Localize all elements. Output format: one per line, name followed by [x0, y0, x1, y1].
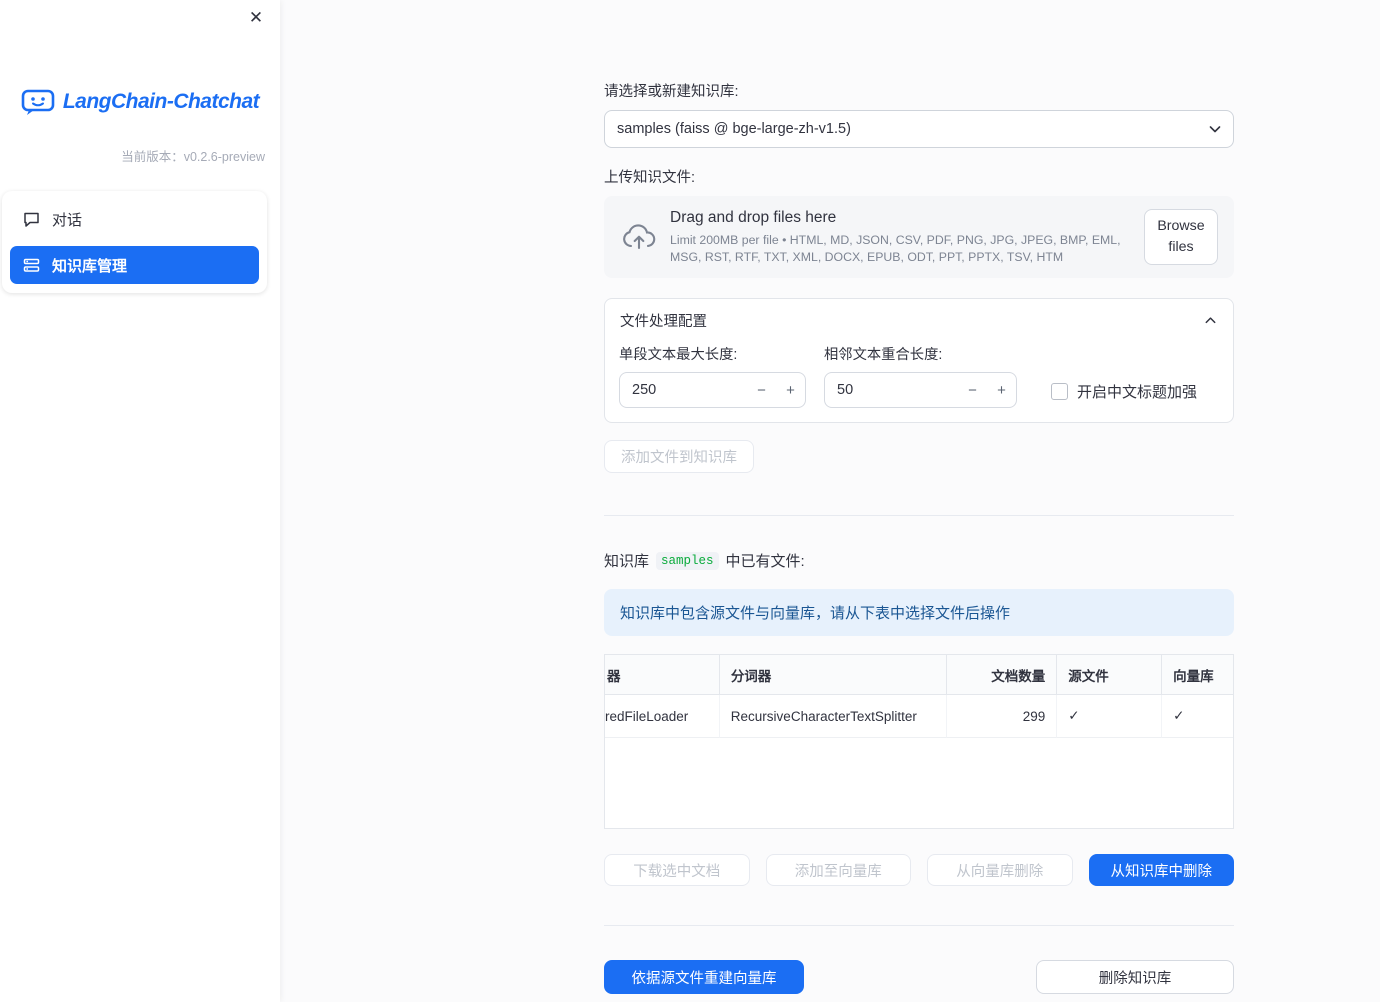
divider: [604, 925, 1234, 926]
sidebar-item-label: 对话: [52, 211, 83, 229]
cloud-upload-icon: [622, 224, 656, 250]
kb-files-heading: 知识库 samples 中已有文件:: [604, 550, 1234, 571]
max-length-decrement-button[interactable]: −: [747, 373, 776, 407]
cell-doc-count[interactable]: 299: [947, 695, 1058, 738]
table-row[interactable]: redFileLoader RecursiveCharacterTextSpli…: [605, 695, 1233, 738]
delete-kb-button[interactable]: 删除知识库: [1036, 960, 1234, 994]
overlap-increment-button[interactable]: +: [987, 373, 1016, 407]
main-area: 请选择或新建知识库: samples (faiss @ bge-large-zh…: [280, 0, 1380, 1002]
rebuild-vector-store-button[interactable]: 依据源文件重建向量库: [604, 960, 804, 994]
app-logo-text: LangChain-Chatchat: [62, 90, 260, 113]
chat-bubble-icon: [23, 211, 40, 228]
cell-source-file[interactable]: ✓: [1057, 695, 1163, 738]
zh-title-enhance-checkbox[interactable]: [1051, 382, 1068, 400]
chevron-up-icon: [1203, 313, 1218, 328]
overlap-length-value[interactable]: 50: [825, 382, 958, 398]
kb-files-suffix: 中已有文件:: [725, 553, 805, 570]
file-config-title: 文件处理配置: [620, 314, 707, 330]
kb-management-buttons: 依据源文件重建向量库 删除知识库: [604, 960, 1234, 994]
delete-from-kb-button[interactable]: 从知识库中删除: [1088, 854, 1234, 886]
table-header-doc-count[interactable]: 文档数量: [947, 655, 1058, 694]
download-selected-button[interactable]: 下载选中文档: [604, 854, 750, 886]
max-length-increment-button[interactable]: +: [776, 373, 805, 407]
dropzone-title: Drag and drop files here: [670, 208, 837, 226]
table-header-source-file[interactable]: 源文件: [1057, 655, 1163, 694]
chevron-down-icon: [1207, 121, 1223, 137]
sidebar-menu: 对话 知识库管理: [2, 191, 267, 293]
cell-vector-store[interactable]: ✓: [1162, 695, 1233, 738]
kb-selectbox[interactable]: samples (faiss @ bge-large-zh-v1.5): [604, 110, 1234, 148]
close-icon[interactable]: ✕: [244, 6, 268, 30]
dropzone-limits: Limit 200MB per file • HTML, MD, JSON, C…: [670, 232, 1121, 264]
overlap-length-label: 相邻文本重合长度:: [824, 347, 943, 363]
table-header-row: 器 分词器 文档数量 源文件 向量库: [605, 655, 1233, 695]
sidebar-item-label: 知识库管理: [52, 257, 128, 275]
file-config-expander-header[interactable]: 文件处理配置: [605, 299, 1233, 333]
delete-from-vector-store-button[interactable]: 从向量库删除: [927, 854, 1073, 886]
kb-name-code: samples: [656, 551, 719, 570]
kb-files-prefix: 知识库: [604, 553, 650, 570]
overlap-decrement-button[interactable]: −: [958, 373, 987, 407]
chat-logo-icon: [21, 88, 55, 116]
version-label: 当前版本：v0.2.6-preview: [121, 150, 265, 164]
max-length-value[interactable]: 250: [620, 382, 747, 398]
table-header-loader[interactable]: 器: [605, 655, 720, 694]
kb-files-table: 器 分词器 文档数量 源文件 向量库 redFileLoader Recursi…: [604, 654, 1234, 829]
upload-label: 上传知识文件:: [604, 170, 696, 186]
info-banner: 知识库中包含源文件与向量库，请从下表中选择文件后操作: [604, 589, 1234, 636]
file-config-expander: 文件处理配置 单段文本最大长度: 250 − + 相邻文本重合长度: 50 − …: [604, 298, 1234, 423]
cell-splitter[interactable]: RecursiveCharacterTextSplitter: [719, 695, 948, 738]
add-to-vector-store-button[interactable]: 添加至向量库: [765, 854, 911, 886]
sidebar-item-knowledge-base[interactable]: 知识库管理: [10, 246, 259, 284]
max-length-input[interactable]: 250 − +: [619, 372, 806, 408]
file-action-buttons: 下载选中文档 添加至向量库 从向量库删除 从知识库中删除: [604, 854, 1234, 886]
table-header-vector-store[interactable]: 向量库: [1162, 655, 1233, 694]
database-list-icon: [23, 257, 40, 274]
max-length-label: 单段文本最大长度:: [619, 347, 738, 363]
kb-selectbox-value: samples (faiss @ bge-large-zh-v1.5): [617, 121, 851, 137]
divider: [604, 515, 1234, 516]
sidebar-item-dialogue[interactable]: 对话: [10, 200, 259, 238]
sidebar: ✕ LangChain-Chatchat 当前版本：v0.2.6-preview…: [0, 0, 280, 1002]
add-files-button[interactable]: 添加文件到知识库: [604, 440, 754, 473]
file-dropzone[interactable]: Drag and drop files here Limit 200MB per…: [604, 196, 1234, 278]
table-header-splitter[interactable]: 分词器: [720, 655, 948, 694]
info-banner-text: 知识库中包含源文件与向量库，请从下表中选择文件后操作: [620, 605, 1011, 622]
browse-files-button[interactable]: Browse files: [1144, 209, 1218, 265]
kb-select-label: 请选择或新建知识库:: [604, 84, 739, 100]
overlap-length-input[interactable]: 50 − +: [824, 372, 1017, 408]
zh-title-enhance-label[interactable]: 开启中文标题加强: [1077, 381, 1197, 402]
app-logo: LangChain-Chatchat: [0, 88, 280, 116]
cell-loader[interactable]: redFileLoader: [605, 695, 720, 738]
